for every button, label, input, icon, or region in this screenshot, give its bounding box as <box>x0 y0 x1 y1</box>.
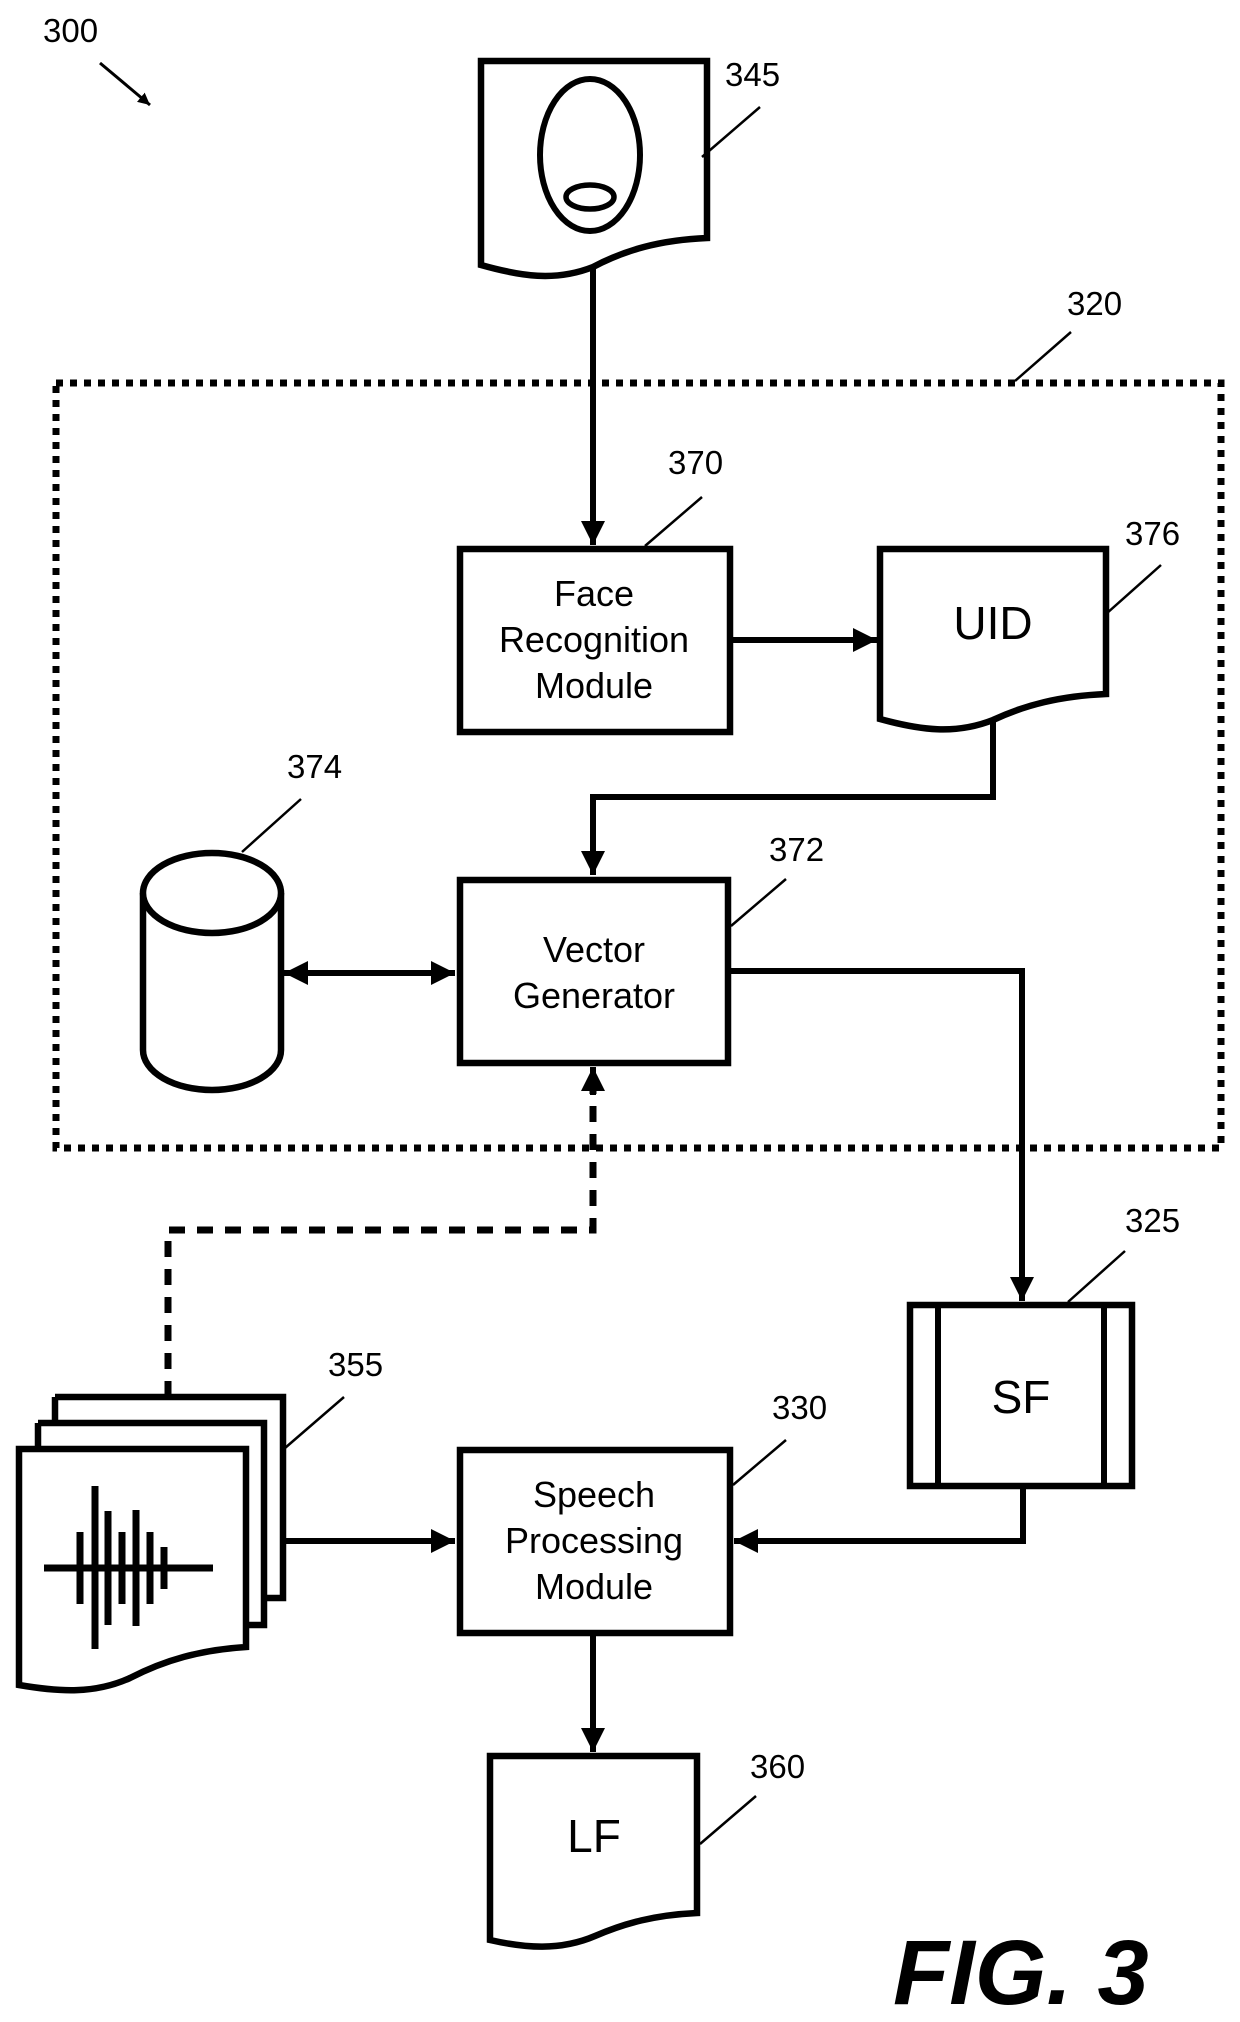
vector-generator-module[interactable]: Vector Generator <box>456 876 732 1067</box>
lf-label: LF <box>567 1810 621 1862</box>
face-image-document[interactable] <box>477 57 711 280</box>
ref-label-374: 374 <box>287 748 342 785</box>
leader-line-320 <box>1014 331 1072 382</box>
speech-processing-label-line-1: Speech <box>533 1474 655 1515</box>
vector-generator-label-line-2: Generator <box>513 975 675 1016</box>
system-pointer-arrow <box>99 61 151 107</box>
ref-label-300: 300 <box>43 12 98 49</box>
uid-label: UID <box>953 597 1032 649</box>
edge-vector-generator-to-sf <box>728 968 1034 1301</box>
ref-label-372: 372 <box>769 831 824 868</box>
ref-label-330: 330 <box>772 1389 827 1426</box>
speech-processing-module[interactable]: Speech Processing Module <box>456 1446 734 1637</box>
figure-number-label: FIG. 3 <box>893 1922 1149 2022</box>
leader-line-345 <box>701 106 761 158</box>
ref-label-370: 370 <box>668 444 723 481</box>
leader-line-330 <box>732 1439 787 1486</box>
face-recognition-label-line-3: Module <box>535 665 653 706</box>
sf-predefined-process[interactable]: SF <box>906 1301 1136 1490</box>
leader-line-376 <box>1105 564 1162 615</box>
face-recognition-label-line-2: Recognition <box>499 619 689 660</box>
leader-line-325 <box>1067 1250 1126 1303</box>
face-recognition-module[interactable]: Face Recognition Module <box>456 545 734 736</box>
sf-label: SF <box>992 1371 1051 1423</box>
speech-processing-label-line-2: Processing <box>505 1520 683 1561</box>
leader-line-372 <box>730 878 787 927</box>
edge-sf-to-speech-processing <box>734 1486 1026 1553</box>
lf-document[interactable]: LF <box>486 1752 701 1950</box>
ref-label-355: 355 <box>328 1346 383 1383</box>
leader-line-355 <box>284 1396 345 1449</box>
figure-3-diagram: 300 320 345 Face Recognition Module 370 … <box>15 12 1225 2022</box>
vector-generator-label-line-1: Vector <box>543 929 645 970</box>
ref-label-360: 360 <box>750 1748 805 1785</box>
speech-processing-label-line-3: Module <box>535 1566 653 1607</box>
ref-label-376: 376 <box>1125 515 1180 552</box>
leader-line-370 <box>644 496 703 547</box>
leader-line-374 <box>241 798 302 853</box>
leader-line-360 <box>699 1795 757 1845</box>
ref-label-345: 345 <box>725 56 780 93</box>
face-recognition-label-line-1: Face <box>554 573 634 614</box>
database-cylinder[interactable] <box>139 849 285 1094</box>
audio-files-stack[interactable] <box>15 1393 287 1694</box>
ref-label-320: 320 <box>1067 285 1122 322</box>
ref-label-325: 325 <box>1125 1202 1180 1239</box>
uid-document[interactable]: UID <box>876 545 1110 733</box>
